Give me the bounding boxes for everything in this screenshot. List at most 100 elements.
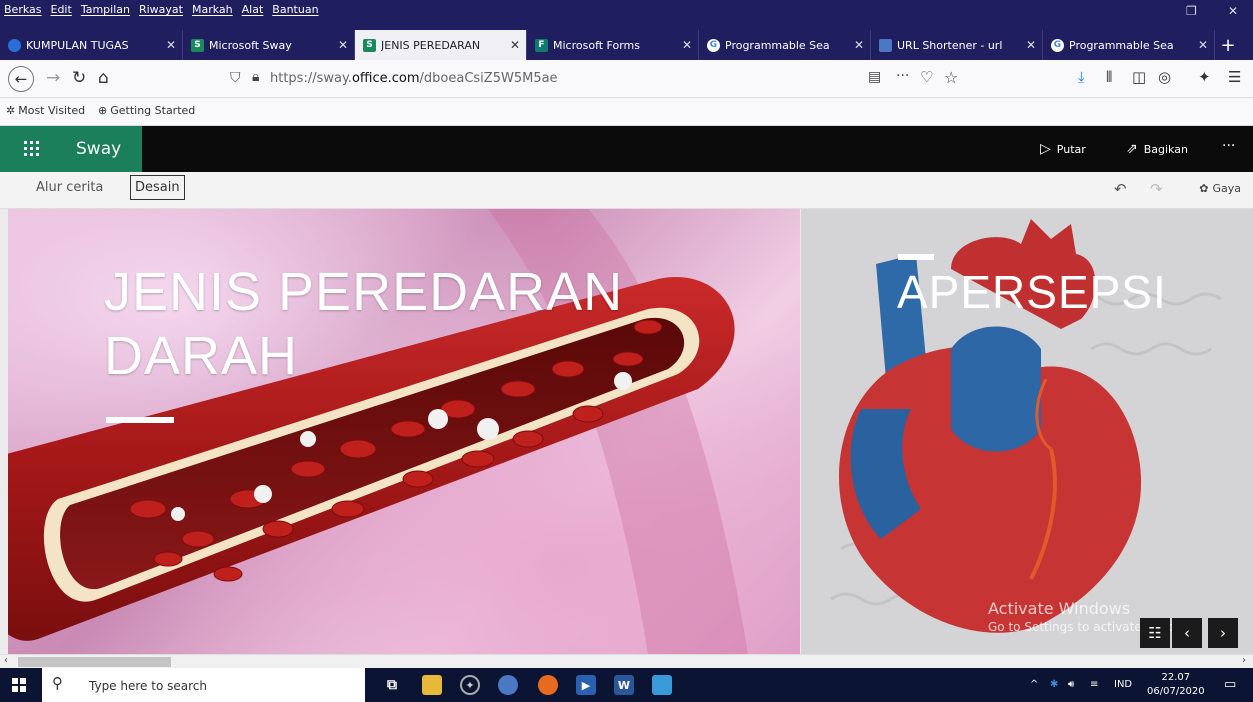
task-view-icon[interactable]: ⧉ — [382, 675, 402, 695]
hamburger-menu-icon[interactable]: ☰ — [1228, 68, 1241, 86]
tab-url-shortener[interactable]: URL Shortener - url ✕ — [871, 30, 1043, 60]
tab-microsoft-forms[interactable]: F Microsoft Forms ✕ — [527, 30, 699, 60]
close-tab-icon[interactable]: ✕ — [1026, 38, 1036, 52]
navigation-bar: ← → ↻ ⌂ ⛉ 🔒︎ https://sway.office.com/dbo… — [0, 60, 1253, 98]
tab-jenis-peredaran[interactable]: S JENIS PEREDARAN ✕ — [355, 30, 527, 60]
windows-start-icon[interactable] — [12, 678, 26, 692]
tab-design[interactable]: Desain — [130, 175, 185, 200]
play-icon: ▷ — [1040, 141, 1051, 157]
tab-label: Microsoft Sway — [209, 38, 292, 52]
menu-bantuan[interactable]: Bantuan — [272, 3, 318, 16]
tab-label: URL Shortener - url — [897, 38, 1003, 52]
tab-label: Programmable Sea — [725, 38, 830, 52]
menu-berkas[interactable]: Berkas — [4, 3, 42, 16]
close-tab-icon[interactable]: ✕ — [338, 38, 348, 52]
home-button[interactable]: ⌂ — [98, 68, 109, 88]
navigation-pane-button[interactable]: ☷ — [1140, 618, 1170, 648]
menu-alat[interactable]: Alat — [242, 3, 264, 16]
notification-icon[interactable]: ▭ — [1224, 677, 1236, 692]
share-icon: ⇗ — [1126, 141, 1138, 157]
bookmark-most-visited[interactable]: ✲ Most Visited — [6, 104, 85, 117]
menu-markah[interactable]: Markah — [192, 3, 233, 16]
taskbar-search-box[interactable]: ⚲ Type here to search — [42, 668, 365, 702]
close-tab-icon[interactable]: ✕ — [166, 38, 176, 52]
back-button[interactable]: ← — [8, 66, 34, 92]
sway-app-name[interactable]: Sway — [76, 139, 121, 159]
new-tab-button[interactable]: + — [1215, 30, 1241, 60]
library-icon[interactable]: ⫴ — [1106, 68, 1112, 86]
scroll-left-icon[interactable]: ‹ — [4, 655, 8, 666]
redo-icon[interactable]: ↷ — [1150, 180, 1163, 198]
next-slide-button[interactable]: › — [1208, 618, 1238, 648]
tracking-shield-icon[interactable]: ⛉ — [230, 70, 241, 86]
tab-programmable-search-2[interactable]: G Programmable Sea ✕ — [1043, 30, 1215, 60]
media-player-icon[interactable]: ▶ — [576, 675, 596, 695]
word-icon[interactable]: W — [614, 675, 634, 695]
page-actions-icon[interactable]: ··· — [896, 68, 909, 84]
close-tab-icon[interactable]: ✕ — [854, 38, 864, 52]
download-icon[interactable]: ⤓ — [1078, 68, 1085, 86]
taskbar-clock[interactable]: 22.07 06/07/2020 — [1147, 671, 1205, 699]
tab-label: JENIS PEREDARAN — [381, 38, 481, 52]
photos-icon[interactable] — [652, 675, 672, 695]
menu-tampilan[interactable]: Tampilan — [81, 3, 130, 16]
heart-card[interactable]: APERSEPSI — [801, 209, 1253, 654]
pocket-icon[interactable]: ♡ — [920, 68, 933, 86]
menubar-items: Berkas Edit Tampilan Riwayat Markah Alat… — [4, 3, 319, 16]
bookmark-getting-started[interactable]: ⊕ Getting Started — [98, 104, 195, 117]
volume-icon[interactable]: 🔊︎ — [1068, 679, 1074, 690]
scroll-right-icon[interactable]: › — [1242, 655, 1246, 666]
address-bar[interactable]: ⛉ 🔒︎ https://sway.office.com/dboeaCsiZ5W… — [220, 65, 980, 93]
tab-strip: KUMPULAN TUGAS ✕ S Microsoft Sway ✕ S JE… — [0, 30, 1253, 60]
network-icon[interactable]: ≡ — [1090, 679, 1098, 690]
close-tab-icon[interactable]: ✕ — [510, 38, 520, 52]
bluetooth-icon[interactable]: ✱ — [1050, 679, 1058, 690]
sway-icon: S — [191, 38, 204, 52]
previous-slide-button[interactable]: ‹ — [1172, 618, 1202, 648]
app-launcher-icon[interactable] — [24, 141, 39, 156]
url-text[interactable]: https://sway.office.com/dboeaCsiZ5W5M5ae — [270, 71, 558, 86]
style-button[interactable]: ✿ Gaya — [1199, 182, 1241, 195]
share-button[interactable]: ⇗ Bagikan — [1126, 141, 1188, 157]
scrollbar-thumb[interactable] — [18, 657, 171, 667]
play-button[interactable]: ▷ Putar — [1040, 141, 1086, 157]
account-icon[interactable]: ◎ — [1158, 68, 1171, 86]
show-hidden-icons[interactable]: ^ — [1030, 679, 1038, 690]
left-card-title[interactable]: JENIS PEREDARAN DARAH — [104, 261, 623, 388]
close-tab-icon[interactable]: ✕ — [682, 38, 692, 52]
close-tab-icon[interactable]: ✕ — [1198, 38, 1208, 52]
file-explorer-icon[interactable] — [422, 675, 442, 695]
blood-vessel-card[interactable]: JENIS PEREDARAN DARAH — [8, 209, 800, 654]
sidebar-icon[interactable]: ◫ — [1132, 68, 1146, 86]
windows-taskbar: ⚲ Type here to search ⧉ ✦ ▶ W ^ ✱ 🔊︎ ≡ I… — [0, 668, 1253, 702]
watermark-line-1: Activate Windows — [988, 599, 1131, 618]
undo-icon[interactable]: ↶ — [1114, 180, 1127, 198]
tab-kumpulan-tugas[interactable]: KUMPULAN TUGAS ✕ — [0, 30, 183, 60]
reader-view-icon[interactable]: ▤ — [868, 69, 881, 85]
browser-icon[interactable] — [498, 675, 518, 695]
restore-window-icon[interactable]: ❐ — [1186, 4, 1197, 18]
tab-microsoft-sway[interactable]: S Microsoft Sway ✕ — [183, 30, 355, 60]
firefox-icon[interactable] — [538, 675, 558, 695]
more-options-button[interactable]: ··· — [1222, 138, 1235, 154]
right-card-title[interactable]: APERSEPSI — [897, 265, 1167, 319]
tab-programmable-search-1[interactable]: G Programmable Sea ✕ — [699, 30, 871, 60]
close-window-icon[interactable]: ✕ — [1228, 4, 1238, 18]
horizontal-scrollbar[interactable]: ‹ › — [0, 654, 1253, 668]
lock-icon[interactable]: 🔒︎ — [252, 69, 259, 85]
bookmark-star-icon[interactable]: ☆ — [944, 68, 958, 87]
play-label: Putar — [1056, 142, 1086, 156]
menu-edit[interactable]: Edit — [51, 3, 72, 16]
reload-button[interactable]: ↻ — [72, 68, 86, 88]
tab-storyline[interactable]: Alur cerita — [36, 180, 103, 195]
tab-label: Programmable Sea — [1069, 38, 1174, 52]
settings-app-icon[interactable]: ✦ — [460, 675, 480, 695]
bookmark-label: Most Visited — [18, 104, 86, 117]
language-indicator[interactable]: IND — [1114, 679, 1132, 690]
forward-button[interactable]: → — [46, 68, 60, 88]
extensions-icon[interactable]: ✦ — [1198, 68, 1211, 86]
sway-icon: S — [363, 38, 376, 52]
menu-riwayat[interactable]: Riwayat — [139, 3, 183, 16]
sway-canvas[interactable]: JENIS PEREDARAN DARAH APERSEPSI Activate… — [0, 209, 1253, 654]
tab-label: Microsoft Forms — [553, 38, 640, 52]
